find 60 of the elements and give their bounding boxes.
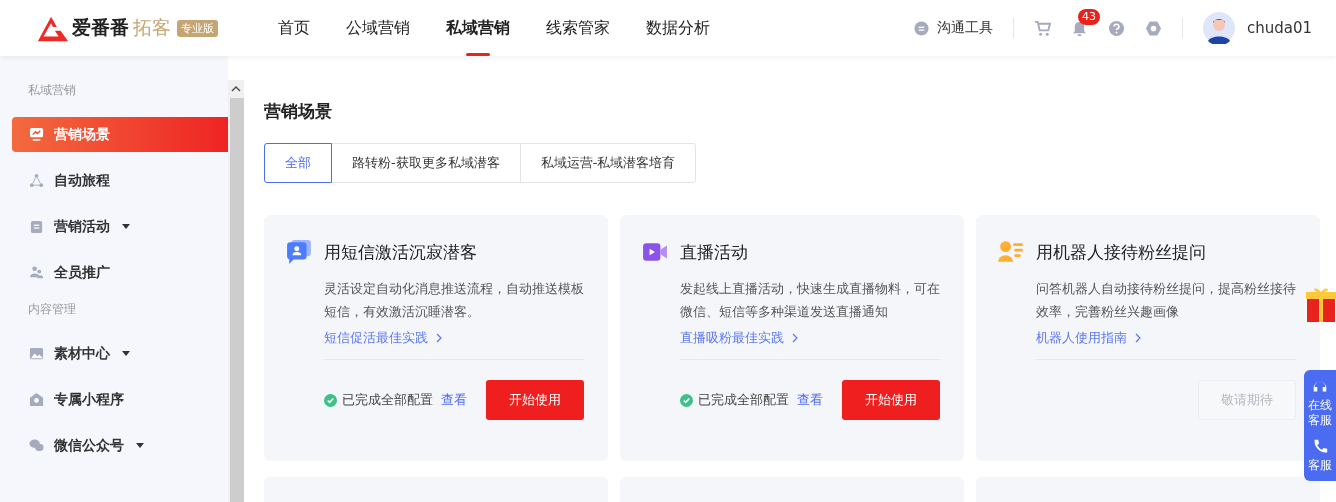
house-icon bbox=[29, 392, 44, 407]
nav-tab[interactable]: 公域营销 bbox=[346, 0, 410, 56]
card-description: 灵活设定自动化消息推送流程，自动推送模板短信，有效激活沉睡潜客。 bbox=[324, 280, 584, 321]
message-icon bbox=[286, 239, 312, 265]
sidebar-item[interactable]: 营销场景 bbox=[12, 117, 228, 152]
service-button[interactable]: 客服 bbox=[1304, 438, 1336, 473]
product-name: 拓客 bbox=[133, 15, 171, 40]
card-description: 发起线上直播活动，快速生成直播物料，可在微信、短信等多种渠道发送直播通知 bbox=[680, 280, 940, 321]
nav-tab[interactable]: 首页 bbox=[278, 0, 310, 56]
chat-bubbles-icon bbox=[29, 438, 44, 453]
view-link[interactable]: 查看 bbox=[797, 391, 823, 409]
avatar[interactable] bbox=[1202, 12, 1235, 44]
clipboard-icon bbox=[29, 219, 44, 234]
status-text: 已完成全部配置 bbox=[698, 391, 789, 409]
check-icon bbox=[680, 393, 693, 407]
card-link[interactable]: 机器人使用指南 bbox=[1036, 329, 1141, 347]
card-title: 用机器人接待粉丝提问 bbox=[1036, 240, 1206, 264]
page-title: 营销场景 bbox=[264, 100, 333, 123]
chevron-right-icon bbox=[1135, 333, 1141, 343]
sidebar-item[interactable]: 自动旅程 bbox=[12, 163, 228, 198]
card-title: 直播活动 bbox=[680, 240, 748, 264]
chat-icon bbox=[913, 20, 929, 36]
sidebar-item[interactable]: 素材中心 bbox=[12, 336, 228, 371]
card-description: 问答机器人自动接待粉丝提问，提高粉丝接待效率，完善粉丝兴趣画像 bbox=[1036, 280, 1296, 321]
card-title: 用短信激活沉寂潜客 bbox=[324, 240, 477, 264]
status-text: 已完成全部配置 bbox=[342, 391, 433, 409]
sidebar-item[interactable]: 营销活动 bbox=[12, 209, 228, 244]
sidebar-group-title: 内容管理 bbox=[27, 301, 77, 318]
chevron-right-icon bbox=[792, 333, 798, 343]
sidebar-item[interactable]: 全员推广 bbox=[12, 255, 228, 290]
sidebar-item[interactable]: 微信公众号 bbox=[12, 428, 228, 463]
user-list-icon bbox=[998, 239, 1024, 265]
filter-tab[interactable]: 全部 bbox=[264, 143, 332, 183]
scrollbar-thumb[interactable] bbox=[228, 98, 244, 502]
people-icon bbox=[29, 265, 44, 280]
view-link[interactable]: 查看 bbox=[441, 391, 467, 409]
chevron-right-icon bbox=[436, 333, 442, 343]
nav-tab[interactable]: 数据分析 bbox=[646, 0, 710, 56]
brand-name: 爱番番 bbox=[72, 15, 129, 40]
filter-tab[interactable]: 路转粉-获取更多私域潜客 bbox=[331, 143, 521, 183]
image-icon bbox=[29, 346, 44, 361]
nodes-icon bbox=[29, 173, 44, 188]
sidebar-item[interactable]: 专属小程序 bbox=[12, 382, 228, 417]
notification-badge: 43 bbox=[1077, 8, 1100, 25]
chart-icon bbox=[29, 127, 44, 142]
service-button[interactable]: 在线客服 bbox=[1304, 378, 1336, 428]
username[interactable]: chuda01 bbox=[1246, 19, 1312, 37]
card-link[interactable]: 短信促活最佳实践 bbox=[324, 329, 442, 347]
filter-tab[interactable]: 私域运营-私域潜客培育 bbox=[519, 143, 697, 183]
nav-tab[interactable]: 线索管家 bbox=[546, 0, 610, 56]
start-button[interactable]: 开始使用 bbox=[486, 380, 584, 420]
scroll-up-button[interactable] bbox=[228, 80, 244, 98]
nav-tab[interactable]: 私域营销 bbox=[446, 0, 510, 56]
start-button[interactable]: 开始使用 bbox=[842, 380, 940, 420]
caret-up-icon bbox=[231, 86, 241, 92]
edition-badge: 专业版 bbox=[177, 19, 218, 37]
sidebar-group-title: 私域营销 bbox=[27, 82, 77, 99]
check-icon bbox=[324, 393, 337, 407]
chat-tools-button[interactable]: 沟通工具 bbox=[913, 19, 993, 37]
card-link[interactable]: 直播吸粉最佳实践 bbox=[680, 329, 798, 347]
